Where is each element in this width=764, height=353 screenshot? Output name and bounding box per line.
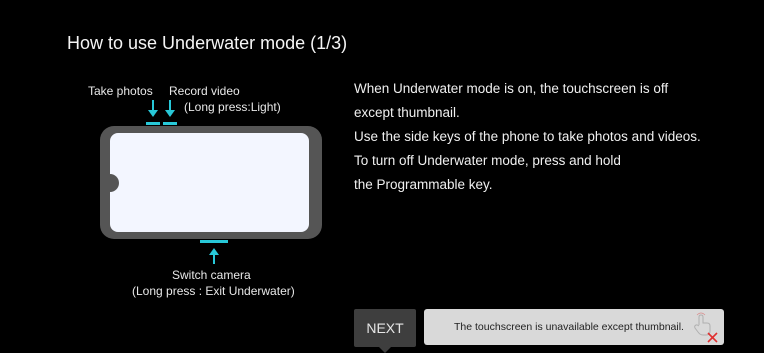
instruction-line: except thumbnail.	[354, 105, 460, 120]
instruction-line: the Programmable key.	[354, 177, 493, 192]
take-photos-arrow-icon	[148, 100, 158, 117]
photo-key-marker	[146, 122, 160, 125]
instruction-line: When Underwater mode is on, the touchscr…	[354, 81, 669, 96]
instructions-text: When Underwater mode is on, the touchscr…	[354, 77, 744, 197]
phone-diagram: Take photos Record video (Long press:Lig…	[0, 0, 360, 349]
toast-message: The touchscreen is unavailable except th…	[454, 321, 684, 333]
switch-key-marker	[200, 240, 228, 243]
instruction-line: To turn off Underwater mode, press and h…	[354, 153, 621, 168]
touch-disabled-icon	[694, 312, 718, 343]
touchscreen-unavailable-toast: The touchscreen is unavailable except th…	[424, 309, 724, 345]
instruction-line: Use the side keys of the phone to take p…	[354, 129, 701, 144]
record-video-arrow-icon	[165, 100, 175, 117]
video-key-marker	[163, 122, 177, 125]
phone-screen	[110, 133, 309, 232]
next-button[interactable]: NEXT	[354, 309, 416, 353]
underwater-guide-screen: How to use Underwater mode (1/3) Take ph…	[0, 0, 764, 353]
switch-camera-arrow-icon	[209, 248, 219, 264]
switch-camera-label: Switch camera	[172, 268, 251, 282]
switch-camera-sublabel: (Long press : Exit Underwater)	[132, 284, 295, 298]
